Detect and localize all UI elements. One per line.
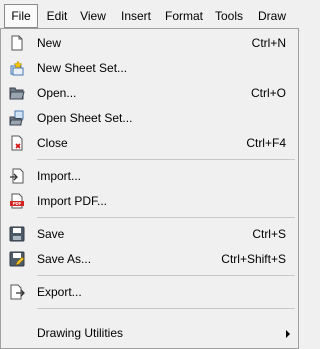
menu-item-drawing-utilities[interactable]: Drawing Utilities <box>1 321 298 346</box>
menu-item-open-label: Open... <box>37 86 77 100</box>
menu-draw[interactable]: Draw <box>254 5 290 27</box>
export-icon <box>10 284 25 300</box>
menu-item-new-shortcut: Ctrl+N <box>251 36 286 50</box>
menu-item-import-pdf-label: Import PDF... <box>37 194 108 208</box>
menu-item-save-as-shortcut: Ctrl+Shift+S <box>221 252 286 266</box>
menu-item-close-shortcut: Ctrl+F4 <box>246 136 286 150</box>
menu-item-drawing-utilities-label: Drawing Utilities <box>37 326 124 340</box>
svg-text:PDF: PDF <box>13 201 22 206</box>
menu-edit[interactable]: Edit <box>40 5 74 27</box>
menu-separator <box>37 308 295 309</box>
menu-separator <box>37 275 295 276</box>
file-menu-dropdown: New Ctrl+N New Sheet Set... Open... Ctrl… <box>0 28 299 349</box>
new-document-icon <box>11 35 23 51</box>
menu-item-save-as-label: Save As... <box>37 252 92 266</box>
menu-format[interactable]: Format <box>161 5 207 27</box>
menu-item-export-label: Export... <box>37 285 82 299</box>
pdf-icon: PDF <box>10 193 24 209</box>
menu-bar: File Edit View Insert Format Tools Draw <box>0 0 300 31</box>
menu-separator <box>37 217 295 218</box>
menu-item-open-shortcut: Ctrl+O <box>250 86 286 100</box>
menu-item-import-label: Import... <box>37 169 82 183</box>
open-folder-icon <box>9 87 25 100</box>
save-icon <box>9 226 25 242</box>
menu-item-close-label: Close <box>37 136 68 150</box>
menu-view[interactable]: View <box>76 5 110 27</box>
menu-item-save-shortcut: Ctrl+S <box>252 227 286 241</box>
new-sheet-set-icon <box>10 60 24 76</box>
menu-item-close[interactable]: Close Ctrl+F4 <box>1 131 298 156</box>
menu-tools[interactable]: Tools <box>210 5 248 27</box>
menu-item-save[interactable]: Save Ctrl+S <box>1 222 298 247</box>
menu-item-open-sheet-set[interactable]: Open Sheet Set... <box>1 106 298 131</box>
menu-item-new[interactable]: New Ctrl+N <box>1 31 298 56</box>
save-as-icon <box>9 251 25 267</box>
menu-item-new-sheet-set[interactable]: New Sheet Set... <box>1 56 298 81</box>
submenu-arrow-icon <box>286 330 290 338</box>
close-document-icon <box>11 135 23 151</box>
menu-item-open-sheet-set-label: Open Sheet Set... <box>37 111 133 125</box>
menu-file[interactable]: File <box>4 4 38 28</box>
menu-item-save-label: Save <box>37 227 65 241</box>
menu-item-import[interactable]: Import... <box>1 164 298 189</box>
menu-separator <box>37 159 295 160</box>
menu-item-save-as[interactable]: Save As... Ctrl+Shift+S <box>1 247 298 272</box>
import-icon <box>10 168 24 184</box>
menu-item-new-sheet-set-label: New Sheet Set... <box>37 61 128 75</box>
menu-insert[interactable]: Insert <box>115 5 157 27</box>
open-sheet-set-icon <box>9 110 24 126</box>
menu-item-open[interactable]: Open... Ctrl+O <box>1 81 298 106</box>
menu-item-export[interactable]: Export... <box>1 280 298 305</box>
menu-item-import-pdf[interactable]: PDF Import PDF... <box>1 189 298 214</box>
menu-item-new-label: New <box>37 36 62 50</box>
